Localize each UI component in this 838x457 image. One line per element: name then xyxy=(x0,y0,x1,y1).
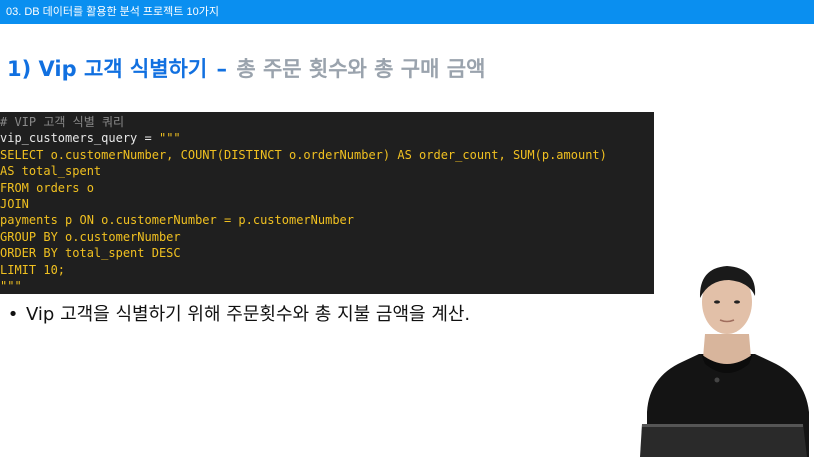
code-line: GROUP BY o.customerNumber xyxy=(0,229,181,244)
section-header-bar: 03. DB 데이터를 활용한 분석 프로젝트 10가지 xyxy=(0,0,814,24)
laptop xyxy=(640,424,807,457)
presenter-eye xyxy=(734,300,740,304)
code-line: JOIN xyxy=(0,196,29,211)
code-open-quote: """ xyxy=(158,131,181,146)
section-title: 03. DB 데이터를 활용한 분석 프로젝트 10가지 xyxy=(6,6,219,18)
code-comment: # VIP 고객 식별 쿼리 xyxy=(0,115,125,129)
code-block: # VIP 고객 식별 쿼리 vip_customers_query = """… xyxy=(0,112,654,294)
code-line: payments p ON o.customerNumber = p.custo… xyxy=(0,213,355,228)
slide-title-sub: 총 주문 횟수와 총 구매 금액 xyxy=(236,57,486,81)
presenter-eye xyxy=(714,300,720,304)
code-assign: = xyxy=(137,131,159,146)
bullet-marker: • xyxy=(7,304,19,325)
slide-title-main: 1) Vip 고객 식별하기 xyxy=(7,57,208,81)
code-assign-line: vip_customers_query = """ xyxy=(0,130,654,146)
bullet-point: • Vip 고객을 식별하기 위해 주문횟수와 총 지불 금액을 계산. xyxy=(0,300,470,326)
code-line: LIMIT 10; xyxy=(0,262,66,277)
code-var: vip_customers_query xyxy=(0,131,138,146)
code-line: """ xyxy=(0,278,22,293)
code-line: AS total_spent xyxy=(0,164,102,179)
slide-title-separator: – xyxy=(216,57,228,81)
microphone-icon xyxy=(714,377,720,383)
code-line: FROM orders o xyxy=(0,180,94,195)
slide-title: 1) Vip 고객 식별하기 – 총 주문 횟수와 총 구매 금액 xyxy=(7,53,485,85)
code-line: ORDER BY total_spent DESC xyxy=(0,246,181,261)
bullet-text: Vip 고객을 식별하기 위해 주문횟수와 총 지불 금액을 계산. xyxy=(26,304,471,325)
presenter-video xyxy=(640,266,809,457)
laptop-edge xyxy=(642,424,803,427)
code-line: SELECT o.customerNumber, COUNT(DISTINCT … xyxy=(0,147,607,162)
